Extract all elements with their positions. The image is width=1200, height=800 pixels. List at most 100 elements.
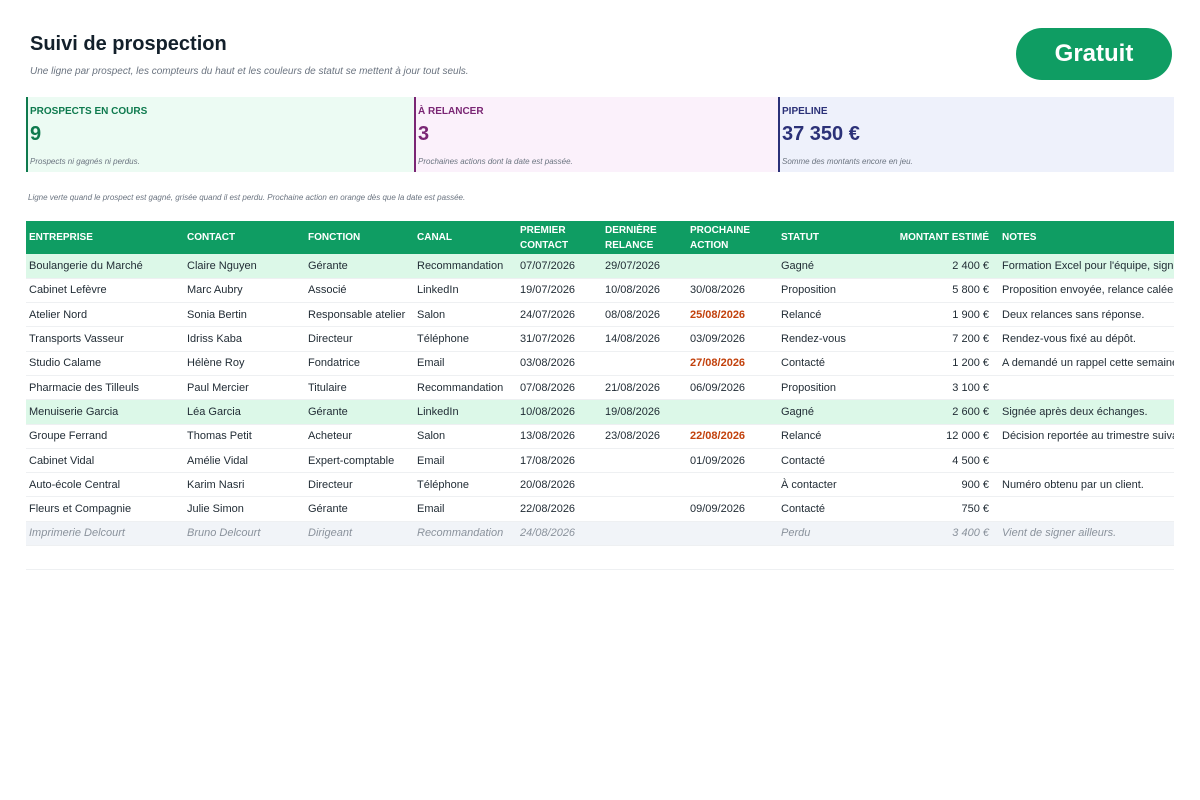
cell-contact[interactable]: Marc Aubry (184, 278, 305, 304)
cell-derniere-relance[interactable] (602, 496, 687, 522)
cell-notes[interactable] (999, 448, 1174, 474)
cell-montant-estime[interactable]: 12 000 € (870, 424, 999, 449)
cell-montant-estime[interactable]: 7 200 € (870, 326, 999, 352)
cell-statut[interactable]: Contacté (778, 496, 870, 522)
cell-statut[interactable]: Proposition (778, 375, 870, 401)
cell-montant-estime[interactable]: 5 800 € (870, 278, 999, 304)
cell-entreprise[interactable]: Transports Vasseur (26, 326, 184, 352)
cell-prochaine-action[interactable]: 25/08/2026 (687, 302, 778, 328)
cell-prochaine-action[interactable]: 27/08/2026 (687, 351, 778, 376)
cell-premier-contact[interactable]: 03/08/2026 (517, 351, 602, 376)
cell-notes[interactable] (999, 375, 1174, 401)
cell-prochaine-action[interactable]: 01/09/2026 (687, 448, 778, 474)
table-row[interactable]: Studio Calame Hélène Roy Fondatrice Email 03… (26, 351, 1174, 376)
cell-fonction[interactable]: Acheteur (305, 424, 414, 449)
column-header-fonction[interactable]: FONCTION (305, 221, 414, 254)
cell-prochaine-action[interactable]: 30/08/2026 (687, 278, 778, 304)
cell-prochaine-action[interactable]: 22/08/2026 (687, 424, 778, 449)
cell-premier-contact[interactable]: 31/07/2026 (517, 326, 602, 352)
table-row[interactable]: Pharmacie des Tilleuls Paul Mercier Titula… (26, 375, 1174, 401)
cell-canal[interactable]: Recommandation (414, 375, 517, 401)
cell-fonction[interactable]: Directeur (305, 326, 414, 352)
cell-canal[interactable]: Téléphone (414, 326, 517, 352)
cell-notes[interactable] (999, 496, 1174, 522)
column-header-derniere-relance[interactable]: DERNIÈRE RELANCE (602, 221, 687, 254)
table-row[interactable]: Auto-école Central Karim Nasri Directeur Té… (26, 472, 1174, 498)
cell-statut[interactable]: Proposition (778, 278, 870, 304)
cell-entreprise[interactable]: Cabinet Vidal (26, 448, 184, 474)
cell-derniere-relance[interactable]: 08/08/2026 (602, 302, 687, 328)
cell-contact[interactable]: Thomas Petit (184, 424, 305, 449)
cell-canal[interactable]: LinkedIn (414, 399, 517, 425)
table-row[interactable]: Transports Vasseur Idriss Kaba Directeur Té… (26, 326, 1174, 352)
column-header-montant-estime[interactable]: MONTANT ESTIMÉ (870, 221, 999, 254)
cell-montant-estime[interactable]: 1 900 € (870, 302, 999, 328)
cell-entreprise[interactable]: Boulangerie du Marché (26, 254, 184, 279)
cell-contact[interactable]: Sonia Bertin (184, 302, 305, 328)
cell-contact[interactable]: Julie Simon (184, 496, 305, 522)
cell-entreprise[interactable]: Studio Calame (26, 351, 184, 376)
cell-premier-contact[interactable]: 07/07/2026 (517, 254, 602, 279)
cell-montant-estime[interactable]: 3 100 € (870, 375, 999, 401)
cell-statut[interactable]: Gagné (778, 399, 870, 425)
cell-montant-estime[interactable]: 750 € (870, 496, 999, 522)
cell-prochaine-action[interactable]: 06/09/2026 (687, 375, 778, 401)
cell-entreprise[interactable]: Groupe Ferrand (26, 424, 184, 449)
cell-entreprise[interactable]: Auto-école Central (26, 472, 184, 498)
cell-canal[interactable]: LinkedIn (414, 278, 517, 304)
cell-fonction[interactable]: Gérante (305, 254, 414, 279)
cell-entreprise[interactable]: Menuiserie Garcia (26, 399, 184, 425)
prospect-table-container[interactable]: ENTREPRISE CONTACT FONCTION CANAL PREMIER CO… (26, 221, 1174, 571)
cell-derniere-relance[interactable]: 23/08/2026 (602, 424, 687, 449)
table-row[interactable]: Menuiserie Garcia Léa Garcia Gérante Linked… (26, 399, 1174, 425)
cell-prochaine-action[interactable] (687, 399, 778, 425)
table-row[interactable]: Boulangerie du Marché Claire Nguyen Gérant… (26, 254, 1174, 279)
cell-canal[interactable]: Recommandation (414, 254, 517, 279)
cell-fonction[interactable]: Associé (305, 278, 414, 304)
cell-derniere-relance[interactable]: 29/07/2026 (602, 254, 687, 279)
cell-canal[interactable]: Recommandation (414, 521, 517, 547)
cell-montant-estime[interactable]: 900 € (870, 472, 999, 498)
cell-fonction[interactable]: Expert-comptable (305, 448, 414, 474)
cell-montant-estime[interactable]: 4 500 € (870, 448, 999, 474)
cell-contact[interactable]: Idriss Kaba (184, 326, 305, 352)
cell-contact[interactable]: Karim Nasri (184, 472, 305, 498)
cell-premier-contact[interactable]: 24/08/2026 (517, 521, 602, 547)
cell-montant-estime[interactable]: 2 600 € (870, 399, 999, 425)
cell-statut[interactable]: Gagné (778, 254, 870, 279)
cell-statut[interactable]: Rendez-vous (778, 326, 870, 352)
cell-contact[interactable]: Paul Mercier (184, 375, 305, 401)
cell-contact[interactable]: Claire Nguyen (184, 254, 305, 279)
cell-prochaine-action[interactable]: 03/09/2026 (687, 326, 778, 352)
cell-fonction[interactable]: Dirigeant (305, 521, 414, 547)
cell-derniere-relance[interactable]: 10/08/2026 (602, 278, 687, 304)
column-header-canal[interactable]: CANAL (414, 221, 517, 254)
cell-notes[interactable]: Formation Excel pour l'équipe, signé (999, 254, 1174, 279)
cell-statut[interactable]: Relancé (778, 302, 870, 328)
column-header-statut[interactable]: STATUT (778, 221, 870, 254)
cell-prochaine-action[interactable] (687, 472, 778, 498)
cell-derniere-relance[interactable]: 19/08/2026 (602, 399, 687, 425)
table-row[interactable]: Fleurs et Compagnie Julie Simon Gérante Ema… (26, 496, 1174, 522)
column-header-premier-contact[interactable]: PREMIER CONTACT (517, 221, 602, 254)
cell-statut[interactable]: Contacté (778, 351, 870, 376)
cell-premier-contact[interactable]: 13/08/2026 (517, 424, 602, 449)
column-header-prochaine-action[interactable]: PROCHAINE ACTION (687, 221, 778, 254)
cell-canal[interactable]: Email (414, 351, 517, 376)
cell-premier-contact[interactable]: 19/07/2026 (517, 278, 602, 304)
cell-entreprise[interactable]: Atelier Nord (26, 302, 184, 328)
cell-derniere-relance[interactable] (602, 448, 687, 474)
cell-canal[interactable]: Salon (414, 302, 517, 328)
cell-fonction[interactable]: Fondatrice (305, 351, 414, 376)
cell-statut[interactable]: Contacté (778, 448, 870, 474)
cell-canal[interactable]: Téléphone (414, 472, 517, 498)
cell-fonction[interactable]: Gérante (305, 399, 414, 425)
cell-canal[interactable]: Salon (414, 424, 517, 449)
cell-notes[interactable]: Numéro obtenu par un client. (999, 472, 1174, 498)
cell-contact[interactable]: Hélène Roy (184, 351, 305, 376)
cell-notes[interactable]: A demandé un rappel cette semaine (999, 351, 1174, 376)
cell-entreprise[interactable]: Imprimerie Delcourt (26, 521, 184, 547)
cell-montant-estime[interactable]: 1 200 € (870, 351, 999, 376)
cell-notes[interactable]: Vient de signer ailleurs. (999, 521, 1174, 547)
cell-fonction[interactable]: Directeur (305, 472, 414, 498)
